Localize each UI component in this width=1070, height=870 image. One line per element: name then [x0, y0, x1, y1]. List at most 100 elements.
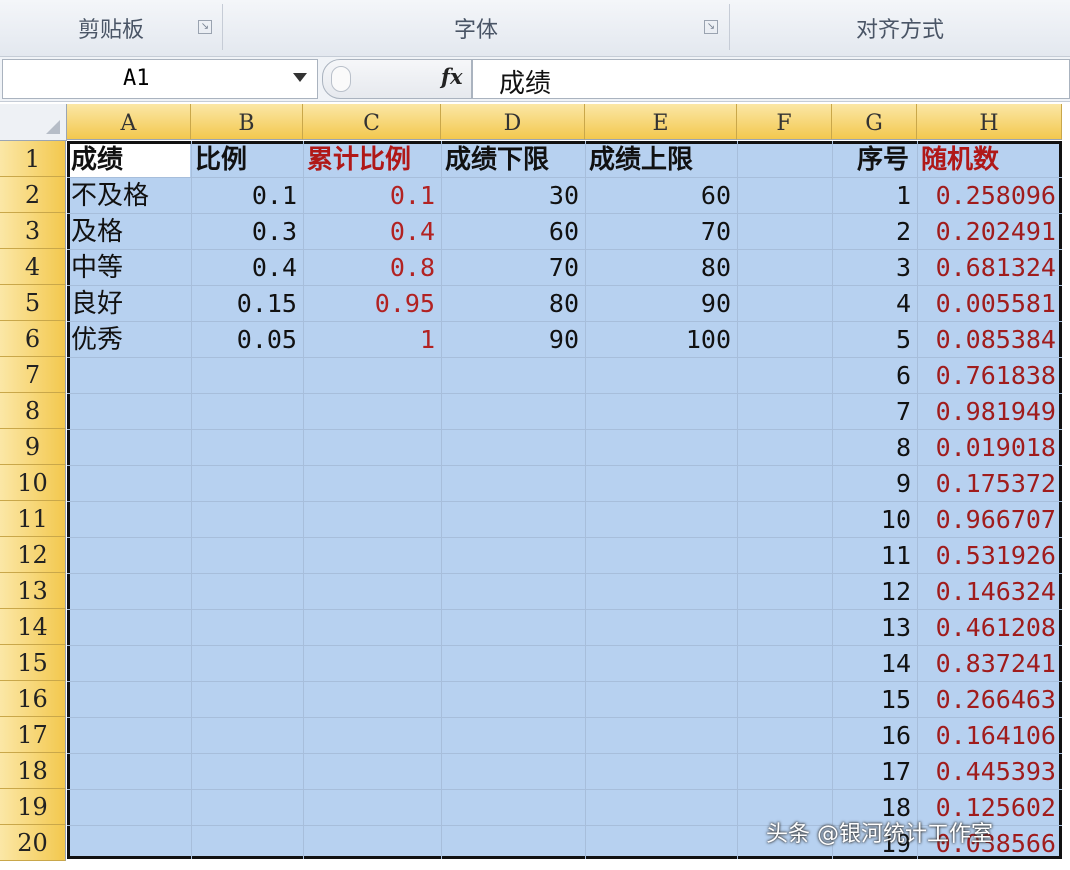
random-number-cell[interactable]: 0.085384	[917, 321, 1062, 357]
cumulative-ratio-cell[interactable]: 1	[303, 321, 441, 357]
grade-name-cell[interactable]: 及格	[67, 213, 191, 249]
sequence-cell[interactable]: 4	[832, 285, 917, 321]
random-number-cell[interactable]: 0.837241	[917, 645, 1062, 681]
upper-bound-cell[interactable]: 100	[585, 321, 737, 357]
random-number-cell[interactable]: 0.175372	[917, 465, 1062, 501]
row-header-4[interactable]: 4	[0, 249, 66, 285]
upper-bound-cell[interactable]: 90	[585, 285, 737, 321]
random-number-cell[interactable]: 0.981949	[917, 393, 1062, 429]
row-header-18[interactable]: 18	[0, 753, 66, 789]
row-header-17[interactable]: 17	[0, 717, 66, 753]
cumulative-ratio-cell[interactable]: 0.95	[303, 285, 441, 321]
row-header-6[interactable]: 6	[0, 321, 66, 357]
font-launcher-icon[interactable]: ↘	[704, 20, 718, 34]
select-all-corner[interactable]	[0, 104, 67, 141]
random-number-cell[interactable]: 0.164106	[917, 717, 1062, 753]
lower-bound-cell[interactable]: 30	[441, 177, 585, 213]
sequence-cell[interactable]: 11	[832, 537, 917, 573]
ratio-cell[interactable]: 0.4	[191, 249, 303, 285]
column-header-f[interactable]: F	[737, 104, 832, 140]
worksheet-grid[interactable]: ABCDEFGH 1 2 3 4 5 6 7 8 9 10 11 12 13 14 15 16 17 18 19 20…	[0, 104, 1070, 870]
insert-function-icon[interactable]: fx	[441, 64, 463, 89]
row-header-11[interactable]: 11	[0, 501, 66, 537]
random-number-cell[interactable]: 0.258096	[917, 177, 1062, 213]
sequence-cell[interactable]: 6	[832, 357, 917, 393]
cell-a1-header[interactable]: 成绩	[67, 141, 191, 177]
sequence-cell[interactable]: 12	[832, 573, 917, 609]
sequence-cell[interactable]: 7	[832, 393, 917, 429]
cell-d1-header[interactable]: 成绩下限	[441, 141, 585, 177]
lower-bound-cell[interactable]: 60	[441, 213, 585, 249]
row-header-19[interactable]: 19	[0, 789, 66, 825]
random-number-cell[interactable]: 0.445393	[917, 753, 1062, 789]
lower-bound-cell[interactable]: 90	[441, 321, 585, 357]
sequence-cell[interactable]: 9	[832, 465, 917, 501]
random-number-cell[interactable]: 0.146324	[917, 573, 1062, 609]
row-header-3[interactable]: 3	[0, 213, 66, 249]
lower-bound-cell[interactable]: 80	[441, 285, 585, 321]
cell-h1-header[interactable]: 随机数	[917, 141, 1062, 177]
column-header-e[interactable]: E	[585, 104, 737, 140]
random-number-cell[interactable]: 0.966707	[917, 501, 1062, 537]
random-number-cell[interactable]: 0.531926	[917, 537, 1062, 573]
column-header-b[interactable]: B	[191, 104, 303, 140]
row-header-7[interactable]: 7	[0, 357, 66, 393]
row-header-10[interactable]: 10	[0, 465, 66, 501]
upper-bound-cell[interactable]: 60	[585, 177, 737, 213]
random-number-cell[interactable]: 0.681324	[917, 249, 1062, 285]
random-number-cell[interactable]: 0.266463	[917, 681, 1062, 717]
row-header-8[interactable]: 8	[0, 393, 66, 429]
sequence-cell[interactable]: 15	[832, 681, 917, 717]
cell-c1-header[interactable]: 累计比例	[303, 141, 441, 177]
random-number-cell[interactable]: 0.005581	[917, 285, 1062, 321]
row-header-13[interactable]: 13	[0, 573, 66, 609]
ratio-cell[interactable]: 0.1	[191, 177, 303, 213]
clipboard-launcher-icon[interactable]: ↘	[198, 20, 212, 34]
sequence-cell[interactable]: 13	[832, 609, 917, 645]
upper-bound-cell[interactable]: 80	[585, 249, 737, 285]
sequence-cell[interactable]: 2	[832, 213, 917, 249]
row-header-16[interactable]: 16	[0, 681, 66, 717]
random-number-cell[interactable]: 0.202491	[917, 213, 1062, 249]
cell-e1-header[interactable]: 成绩上限	[585, 141, 737, 177]
row-header-1[interactable]: 1	[0, 141, 66, 177]
sequence-cell[interactable]: 16	[832, 717, 917, 753]
column-header-g[interactable]: G	[832, 104, 917, 140]
ribbon-group-clipboard[interactable]: 剪贴板	[0, 0, 222, 56]
lower-bound-cell[interactable]: 70	[441, 249, 585, 285]
column-header-a[interactable]: A	[67, 104, 191, 140]
upper-bound-cell[interactable]: 70	[585, 213, 737, 249]
name-box[interactable]: A1	[2, 59, 318, 99]
column-header-c[interactable]: C	[303, 104, 441, 140]
grade-name-cell[interactable]: 不及格	[67, 177, 191, 213]
row-header-9[interactable]: 9	[0, 429, 66, 465]
formula-input[interactable]: 成绩	[472, 59, 1070, 99]
random-number-cell[interactable]: 0.761838	[917, 357, 1062, 393]
cumulative-ratio-cell[interactable]: 0.1	[303, 177, 441, 213]
sequence-cell[interactable]: 1	[832, 177, 917, 213]
grade-name-cell[interactable]: 优秀	[67, 321, 191, 357]
ribbon-group-font[interactable]: 字体	[223, 0, 729, 56]
row-header-2[interactable]: 2	[0, 177, 66, 213]
grade-name-cell[interactable]: 良好	[67, 285, 191, 321]
ratio-cell[interactable]: 0.15	[191, 285, 303, 321]
cell-b1-header[interactable]: 比例	[191, 141, 303, 177]
sequence-cell[interactable]: 10	[832, 501, 917, 537]
formula-bar-resize-handle[interactable]	[331, 66, 351, 92]
grade-name-cell[interactable]: 中等	[67, 249, 191, 285]
row-header-20[interactable]: 20	[0, 825, 66, 861]
column-header-h[interactable]: H	[917, 104, 1062, 140]
row-header-5[interactable]: 5	[0, 285, 66, 321]
row-header-15[interactable]: 15	[0, 645, 66, 681]
random-number-cell[interactable]: 0.019018	[917, 429, 1062, 465]
cumulative-ratio-cell[interactable]: 0.8	[303, 249, 441, 285]
sequence-cell[interactable]: 3	[832, 249, 917, 285]
sequence-cell[interactable]: 8	[832, 429, 917, 465]
random-number-cell[interactable]: 0.461208	[917, 609, 1062, 645]
name-box-dropdown-icon[interactable]	[293, 73, 307, 82]
cumulative-ratio-cell[interactable]: 0.4	[303, 213, 441, 249]
row-header-14[interactable]: 14	[0, 609, 66, 645]
ratio-cell[interactable]: 0.3	[191, 213, 303, 249]
sequence-cell[interactable]: 5	[832, 321, 917, 357]
row-header-12[interactable]: 12	[0, 537, 66, 573]
